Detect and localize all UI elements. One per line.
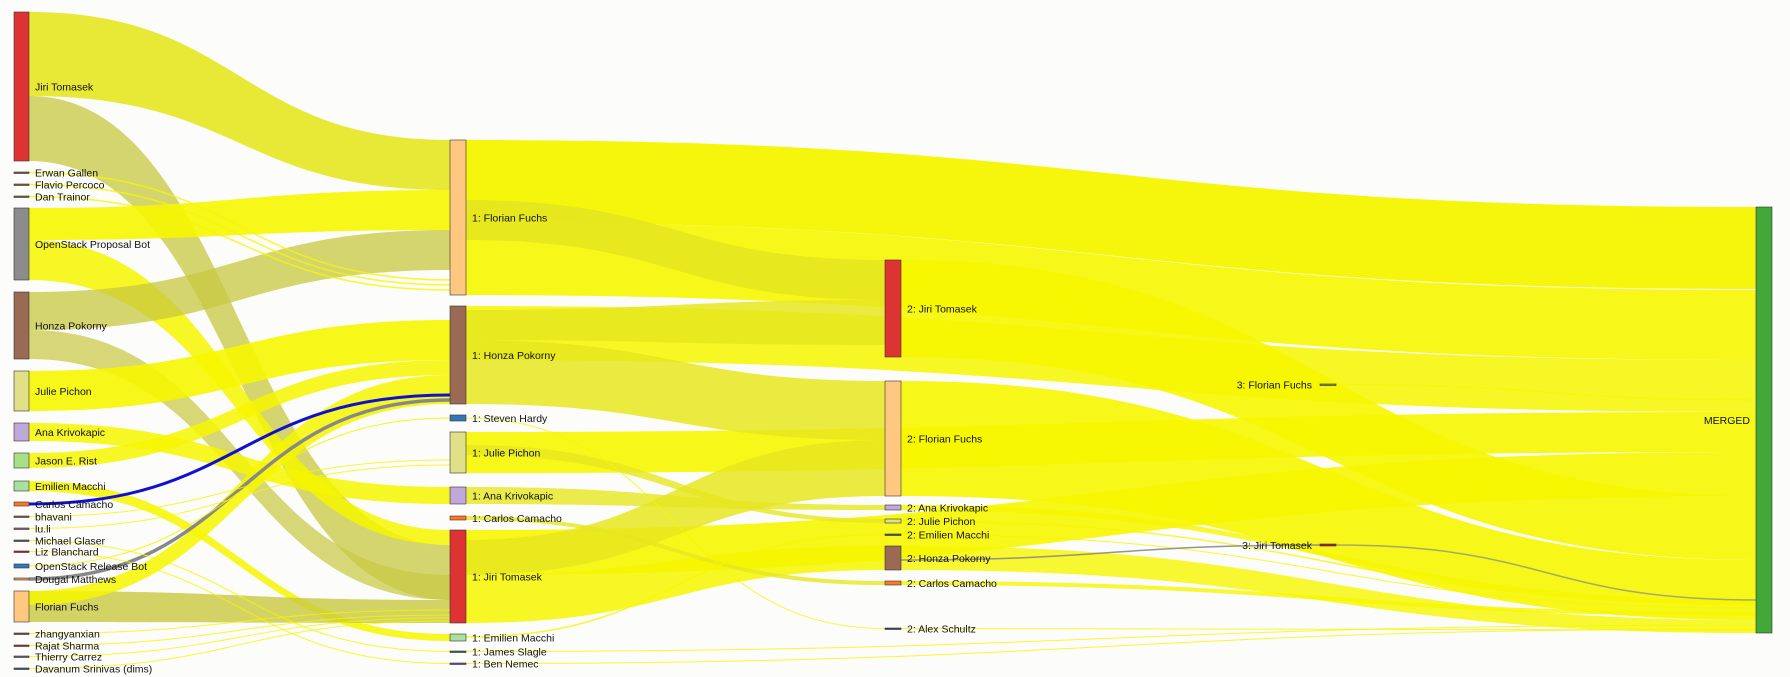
node-c0-luli[interactable]: [13, 527, 30, 530]
node-c0-zhang[interactable]: [13, 632, 30, 635]
node-c0-carlos[interactable]: [13, 501, 30, 507]
label-c1-ana: 1: Ana Krivokapic: [472, 491, 553, 503]
label-c1-steven: 1: Steven Hardy: [472, 413, 548, 425]
label-c0-emilien: Emilien Macchi: [35, 481, 106, 493]
node-c2-jiri[interactable]: [884, 259, 902, 358]
label-c1-james: 1: James Slagle: [472, 647, 547, 659]
node-c0-osrel[interactable]: [13, 563, 30, 569]
label-c0-ana: Ana Krivokapic: [35, 427, 105, 439]
label-c2-florian: 2: Florian Fuchs: [907, 434, 982, 446]
node-c1-julie[interactable]: [449, 431, 467, 474]
label-c1-carlos: 1: Carlos Camacho: [472, 513, 562, 525]
sankey-diagram: Jiri TomasekErwan GallenFlavio PercocoDa…: [13, 11, 1773, 676]
label-c0-dav: Davanum Srinivas (dims): [35, 664, 152, 676]
label-c0-osbot: OpenStack Proposal Bot: [35, 239, 150, 251]
label-c0-flavio: Flavio Percoco: [35, 180, 105, 192]
node-c0-emilien[interactable]: [13, 480, 30, 492]
label-c1-julie: 1: Julie Pichon: [472, 448, 540, 460]
label-c1-emilien: 1: Emilien Macchi: [472, 633, 554, 645]
label-c2-julie: 2: Julie Pichon: [907, 516, 975, 528]
node-c0-florian[interactable]: [13, 590, 30, 623]
node-c0-rajat[interactable]: [13, 644, 30, 647]
label-c2-honza: 2: Honza Pokorny: [907, 553, 991, 565]
node-c0-osbot[interactable]: [13, 207, 30, 281]
node-c2-emilien[interactable]: [884, 533, 902, 536]
label-c4-merged: MERGED: [1704, 415, 1751, 427]
node-c0-michael[interactable]: [13, 539, 30, 542]
label-c0-florian: Florian Fuchs: [35, 602, 99, 614]
label-c0-julie: Julie Pichon: [35, 386, 92, 398]
node-c2-julie[interactable]: [884, 518, 902, 524]
node-c1-jiri[interactable]: [449, 529, 467, 624]
label-c0-jiri: Jiri Tomasek: [35, 82, 94, 94]
label-c2-carlos: 2: Carlos Camacho: [907, 578, 997, 590]
label-c2-alex: 2: Alex Schultz: [907, 624, 976, 636]
node-c1-steven[interactable]: [449, 414, 467, 422]
label-c1-honza: 1: Honza Pokorny: [472, 350, 556, 362]
node-c0-flavio[interactable]: [13, 183, 30, 186]
label-c0-carlos: Carlos Camacho: [35, 499, 113, 511]
node-c1-ana[interactable]: [449, 486, 467, 505]
node-c0-dougal[interactable]: [13, 577, 30, 581]
node-c2-ana[interactable]: [884, 504, 902, 511]
label-c2-emilien: 2: Emilien Macchi: [907, 530, 989, 542]
label-c0-liz: Liz Blanchard: [35, 547, 99, 559]
label-c0-zhang: zhangyanxian: [35, 629, 100, 641]
node-c0-erwan[interactable]: [13, 171, 30, 174]
label-c0-osrel: OpenStack Release Bot: [35, 561, 147, 573]
label-c0-jason: Jason E. Rist: [35, 456, 97, 468]
node-c1-emilien[interactable]: [449, 633, 467, 642]
label-c0-erwan: Erwan Gallen: [35, 168, 98, 180]
label-c0-honza: Honza Pokorny: [35, 321, 108, 333]
node-c1-carlos[interactable]: [449, 515, 467, 521]
label-c0-bhavani: bhavani: [35, 512, 72, 524]
label-c1-jiri: 1: Jiri Tomasek: [472, 572, 543, 584]
node-c3-jiri[interactable]: [1319, 543, 1337, 547]
node-c1-honza[interactable]: [449, 305, 467, 405]
node-c2-honza[interactable]: [884, 545, 902, 571]
label-c2-ana: 2: Ana Krivokapic: [907, 503, 988, 515]
node-c0-liz[interactable]: [13, 550, 30, 553]
label-c0-dougal: Dougal Matthews: [35, 574, 116, 586]
node-c2-florian[interactable]: [884, 380, 902, 497]
label-c0-thierry: Thierry Carrez: [35, 652, 102, 664]
label-c3-jiri: 3: Jiri Tomasek: [1242, 540, 1313, 552]
label-c3-florian: 3: Florian Fuchs: [1237, 380, 1312, 392]
label-c2-jiri: 2: Jiri Tomasek: [907, 304, 978, 316]
link-c1_ben-c4_merged: [465, 628, 1757, 664]
node-c0-jiri[interactable]: [13, 11, 30, 162]
node-c0-julie[interactable]: [13, 370, 30, 412]
label-c0-dan: Dan Trainor: [35, 192, 90, 204]
node-c0-dan[interactable]: [13, 195, 30, 198]
node-c3-florian[interactable]: [1319, 383, 1337, 386]
label-c0-luli: lu.li: [35, 524, 51, 536]
node-c0-jason[interactable]: [13, 452, 30, 469]
node-c0-bhavani[interactable]: [13, 515, 30, 518]
node-c0-honza[interactable]: [13, 291, 30, 360]
node-c1-james[interactable]: [449, 650, 467, 653]
label-c1-ben: 1: Ben Nemec: [472, 659, 539, 671]
node-c1-florian[interactable]: [449, 139, 467, 296]
node-c1-ben[interactable]: [449, 662, 467, 665]
node-c4-merged[interactable]: [1755, 206, 1773, 634]
node-c0-thierry[interactable]: [13, 655, 30, 658]
node-c0-ana[interactable]: [13, 422, 30, 442]
label-c1-florian: 1: Florian Fuchs: [472, 213, 547, 225]
node-c2-alex[interactable]: [884, 627, 902, 630]
node-c0-dav[interactable]: [13, 667, 30, 670]
node-c2-carlos[interactable]: [884, 580, 902, 586]
